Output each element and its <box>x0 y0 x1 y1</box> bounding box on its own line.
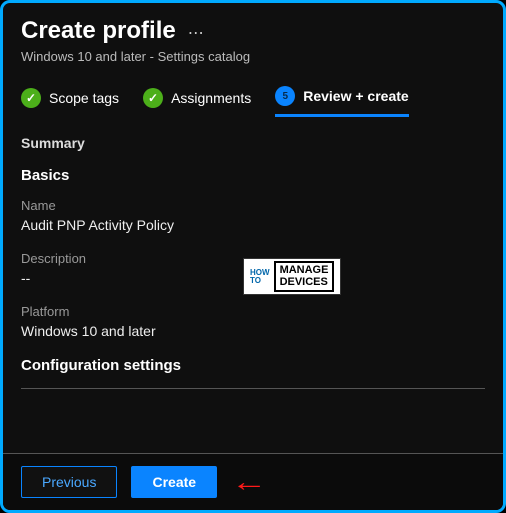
page-title: Create profile <box>21 17 176 45</box>
check-icon: ✓ <box>143 88 163 108</box>
page-subtitle: Windows 10 and later - Settings catalog <box>21 49 485 64</box>
create-button[interactable]: Create <box>131 466 217 498</box>
field-value: Audit PNP Activity Policy <box>21 217 485 233</box>
footer-actions: Previous Create ← <box>3 453 503 510</box>
tab-label: Assignments <box>171 90 251 106</box>
watermark-logo: HOW TO MANAGE DEVICES <box>243 258 341 295</box>
arrow-annotation-icon: ← <box>231 466 267 498</box>
previous-button[interactable]: Previous <box>21 466 117 498</box>
summary-heading: Summary <box>21 135 485 151</box>
divider <box>21 388 485 389</box>
field-label: Name <box>21 198 485 213</box>
config-settings-heading: Configuration settings <box>21 357 485 374</box>
wizard-tabs: ✓ Scope tags ✓ Assignments 5 Review + cr… <box>3 68 503 117</box>
tab-scope-tags[interactable]: ✓ Scope tags <box>21 88 119 116</box>
check-icon: ✓ <box>21 88 41 108</box>
step-number-icon: 5 <box>275 86 295 106</box>
basics-heading: Basics <box>21 167 485 184</box>
more-icon[interactable]: ⋯ <box>188 19 206 43</box>
tab-label: Scope tags <box>49 90 119 106</box>
tab-review-create[interactable]: 5 Review + create <box>275 86 408 117</box>
tab-assignments[interactable]: ✓ Assignments <box>143 88 251 116</box>
field-name: Name Audit PNP Activity Policy <box>21 198 485 233</box>
field-value: Windows 10 and later <box>21 323 485 339</box>
field-platform: Platform Windows 10 and later <box>21 304 485 339</box>
field-label: Platform <box>21 304 485 319</box>
tab-label: Review + create <box>303 88 408 104</box>
